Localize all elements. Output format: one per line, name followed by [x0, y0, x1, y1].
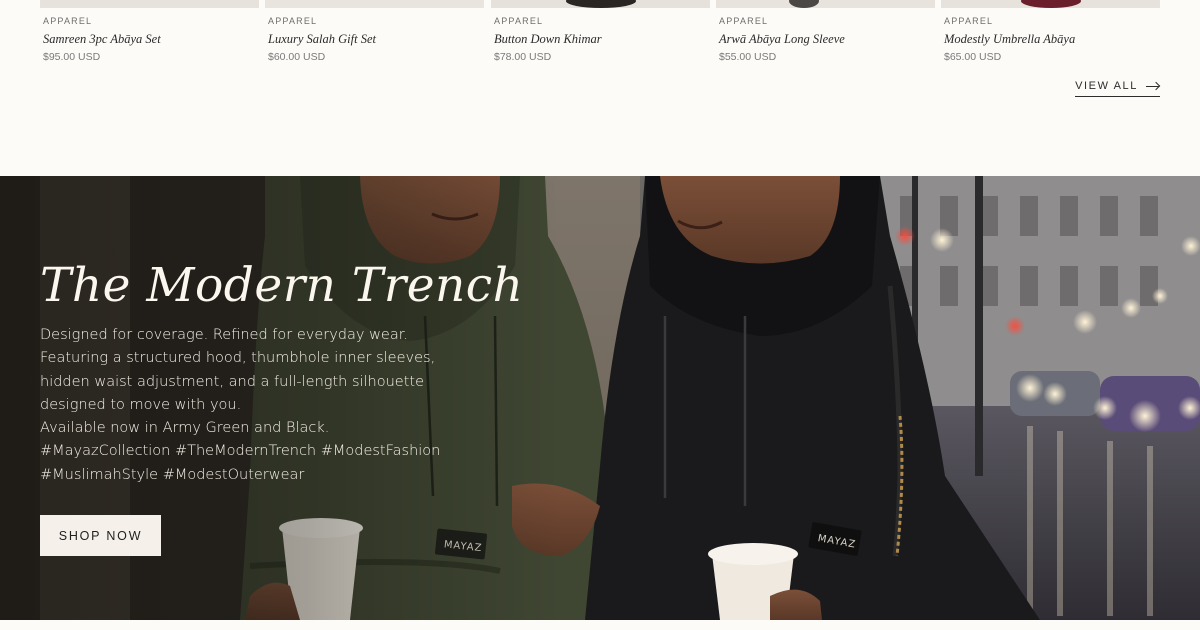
- product-card[interactable]: APPAREL Samreen 3pc Abāya Set $95.00 USD: [40, 0, 259, 63]
- hero-title: The Modern Trench: [40, 258, 524, 313]
- product-image-fragment: [1020, 0, 1081, 8]
- product-category: APPAREL: [719, 16, 769, 26]
- product-price: $65.00 USD: [944, 51, 1002, 63]
- hero-description-line: hidden waist adjustment, and a full-leng…: [40, 373, 425, 390]
- product-grid: APPAREL Samreen 3pc Abāya Set $95.00 USD…: [40, 0, 1160, 70]
- product-category: APPAREL: [43, 16, 93, 26]
- hero-description-line: designed to move with you.: [40, 396, 242, 413]
- hero-hashtags-line: #MayazCollection #TheModernTrench #Modes…: [40, 443, 441, 460]
- product-title[interactable]: Samreen 3pc Abāya Set: [40, 32, 259, 47]
- product-title[interactable]: Luxury Salah Gift Set: [265, 32, 484, 47]
- product-image[interactable]: [491, 0, 710, 8]
- product-price: $95.00 USD: [43, 51, 101, 63]
- product-card[interactable]: APPAREL Modestly Umbrella Abāya $65.00 U…: [941, 0, 1160, 63]
- product-card[interactable]: APPAREL Arwā Abāya Long Sleeve $55.00 US…: [716, 0, 935, 63]
- product-price: $55.00 USD: [719, 51, 777, 63]
- product-price: $78.00 USD: [494, 51, 552, 63]
- product-category: APPAREL: [944, 16, 994, 26]
- hero-banner: MAYAZ MAYAZ The Modern Trench Designed f…: [0, 176, 1200, 620]
- hero-description-line: Available now in Army Green and Black.: [40, 420, 330, 437]
- product-image[interactable]: [941, 0, 1160, 8]
- view-all-label: VIEW ALL: [1075, 80, 1138, 92]
- product-title[interactable]: Modestly Umbrella Abāya: [941, 32, 1160, 47]
- hero-description-line: Designed for coverage. Refined for every…: [40, 327, 408, 343]
- view-all-link[interactable]: VIEW ALL: [1075, 79, 1160, 97]
- product-category: APPAREL: [268, 16, 318, 26]
- product-card[interactable]: APPAREL Luxury Salah Gift Set $60.00 USD: [265, 0, 484, 63]
- hero-hashtags-line: #MuslimahStyle #ModestOuterwear: [40, 466, 305, 483]
- product-image[interactable]: [716, 0, 935, 8]
- hero-description-line: Featuring a structured hood, thumbhole i…: [40, 350, 436, 367]
- page-bottom-edge: [0, 620, 1200, 630]
- product-title[interactable]: Button Down Khimar: [491, 32, 710, 47]
- product-card[interactable]: APPAREL Button Down Khimar $78.00 USD: [491, 0, 710, 63]
- arrow-right-icon: [1146, 82, 1160, 90]
- product-image-fragment: [788, 0, 819, 8]
- product-image[interactable]: [265, 0, 484, 8]
- product-image[interactable]: [40, 0, 259, 8]
- product-category: APPAREL: [494, 16, 544, 26]
- product-title[interactable]: Arwā Abāya Long Sleeve: [716, 32, 935, 47]
- shop-now-button[interactable]: SHOP NOW: [40, 515, 161, 556]
- product-image-fragment: [565, 0, 636, 8]
- hero-description: Designed for coverage. Refined for every…: [40, 324, 441, 487]
- product-price: $60.00 USD: [268, 51, 326, 63]
